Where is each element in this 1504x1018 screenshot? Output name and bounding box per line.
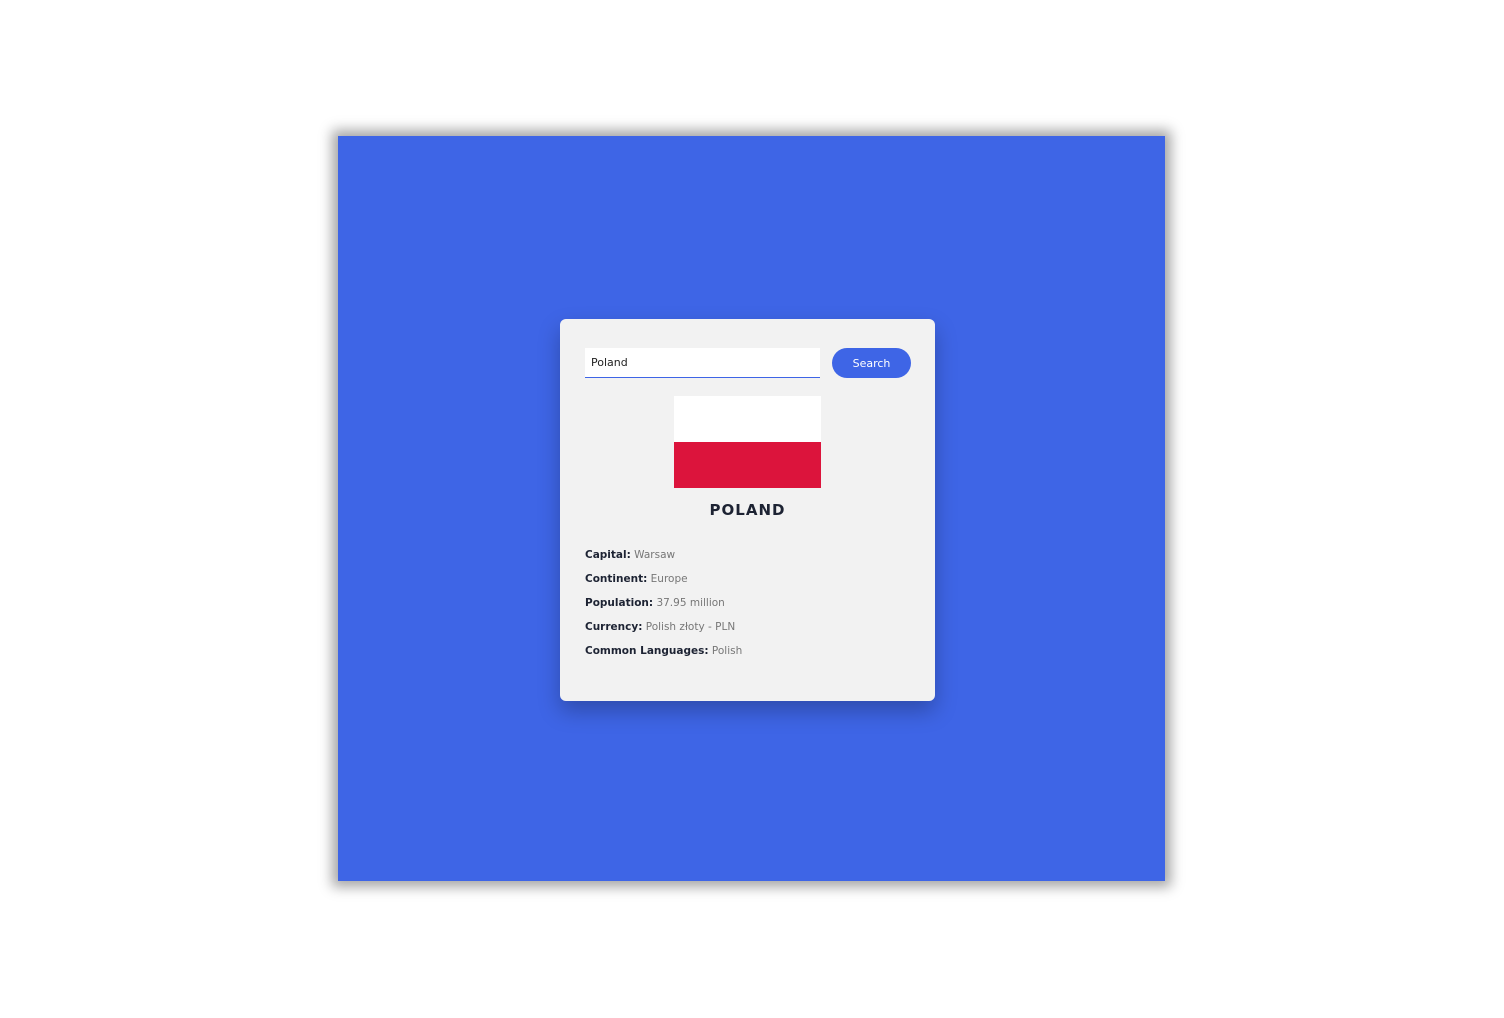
search-button[interactable]: Search: [832, 348, 911, 378]
detail-value: Warsaw: [634, 549, 676, 561]
detail-label: Capital:: [585, 549, 631, 561]
country-name-heading: POLAND: [709, 501, 786, 519]
detail-continent: Continent: Europe: [585, 573, 742, 597]
detail-label: Continent:: [585, 573, 648, 585]
detail-label: Currency:: [585, 621, 643, 633]
search-bar: Search: [585, 348, 911, 378]
country-search-input[interactable]: [585, 348, 820, 378]
flag-red-stripe: [674, 442, 821, 488]
detail-value: 37.95 million: [656, 597, 725, 609]
flag-white-stripe: [674, 396, 821, 442]
detail-value: Polish: [711, 645, 743, 657]
detail-value: Polish złoty - PLN: [645, 621, 736, 633]
detail-population: Population: 37.95 million: [585, 597, 742, 621]
detail-label: Common Languages:: [585, 645, 709, 657]
detail-label: Population:: [585, 597, 654, 609]
country-card: Search POLAND Capital: Warsaw Continent:…: [560, 319, 935, 701]
country-details: Capital: Warsaw Continent: Europe Popula…: [585, 549, 742, 669]
detail-languages: Common Languages: Polish: [585, 645, 742, 669]
app-background: Search POLAND Capital: Warsaw Continent:…: [338, 136, 1165, 881]
country-flag-image: [674, 396, 821, 488]
detail-value: Europe: [650, 573, 688, 585]
detail-currency: Currency: Polish złoty - PLN: [585, 621, 742, 645]
detail-capital: Capital: Warsaw: [585, 549, 742, 573]
